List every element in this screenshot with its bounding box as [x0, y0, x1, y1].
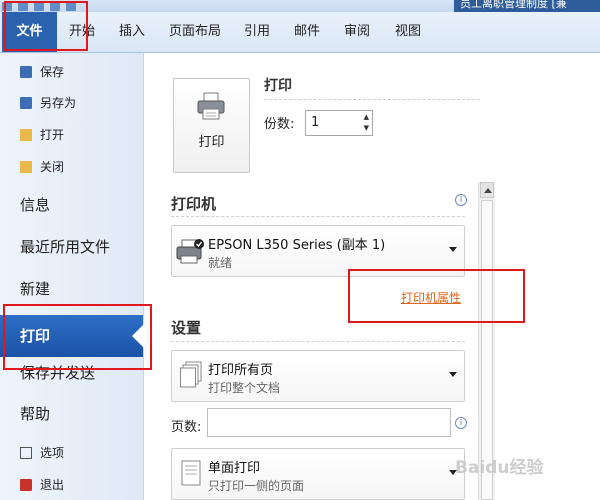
scroll-up-icon[interactable]: [480, 182, 494, 198]
print-pane: 打印 打印 份数: 1 ▲ ▼ 打印机 i EPSON L350 Series …: [144, 53, 600, 500]
nav-save-as-label: 另存为: [40, 96, 77, 110]
printer-select[interactable]: EPSON L350 Series (副本 1) 就绪: [171, 225, 465, 277]
printer-properties-link[interactable]: 打印机属性: [401, 289, 461, 306]
word-icon: [2, 1, 12, 11]
printer-name: EPSON L350 Series (副本 1): [208, 238, 386, 253]
print-preview-icon[interactable]: [66, 1, 76, 11]
copies-value: 1: [311, 115, 320, 130]
nav-print[interactable]: 打印: [0, 315, 144, 357]
print-sides-subtitle: 只打印一侧的页面: [208, 479, 305, 493]
ribbon-tabs: 文件 开始 插入 页面布局 引用 邮件 审阅 视图: [0, 12, 600, 53]
tab-mailings[interactable]: 邮件: [287, 12, 327, 52]
nav-close[interactable]: 关闭: [0, 156, 143, 178]
nav-info[interactable]: 信息: [0, 190, 143, 220]
save-as-icon: [20, 97, 32, 109]
printer-status: 就绪: [208, 256, 233, 270]
settings-section-title: 设置: [171, 319, 202, 337]
pages-info-icon[interactable]: i: [455, 417, 467, 429]
options-icon: [20, 447, 32, 459]
nav-options[interactable]: 选项: [0, 442, 143, 464]
save-icon: [20, 66, 32, 78]
nav-exit[interactable]: 退出: [0, 474, 143, 496]
nav-close-label: 关闭: [40, 160, 65, 174]
tab-references[interactable]: 引用: [237, 12, 277, 52]
copies-stepper[interactable]: 1 ▲ ▼: [305, 110, 373, 136]
nav-open[interactable]: 打开: [0, 124, 143, 146]
exit-icon: [20, 479, 32, 491]
decrement-arrow-icon[interactable]: ▼: [364, 124, 369, 132]
printer-device-icon: [176, 239, 204, 264]
tab-file[interactable]: 文件: [2, 12, 57, 52]
save-icon[interactable]: [18, 1, 28, 11]
copies-label: 份数:: [264, 117, 295, 132]
redo-icon[interactable]: [50, 1, 60, 11]
print-button[interactable]: 打印: [173, 78, 250, 173]
nav-save-send[interactable]: 保存并发送: [0, 358, 143, 388]
tab-insert[interactable]: 插入: [112, 12, 152, 52]
window-title: 员工离职管理制度 [兼: [454, 0, 600, 12]
single-side-icon: [181, 460, 201, 486]
undo-icon[interactable]: [34, 1, 44, 11]
dropdown-arrow-icon: [449, 372, 457, 377]
print-heading: 打印: [264, 78, 292, 94]
backstage-nav: 保存 另存为 打开 关闭 信息 最近所用文件 新建 打印 保存并发送 帮助 选项…: [0, 53, 144, 500]
print-range-subtitle: 打印整个文档: [208, 381, 281, 395]
print-sides-title: 单面打印: [208, 461, 261, 476]
nav-new[interactable]: 新建: [0, 274, 143, 304]
tab-home[interactable]: 开始: [62, 12, 102, 52]
printer-section-title: 打印机: [171, 195, 217, 213]
nav-save-label: 保存: [40, 65, 65, 79]
pages-label: 页数:: [171, 420, 202, 435]
divider: [171, 216, 465, 217]
tab-page-layout[interactable]: 页面布局: [165, 12, 225, 52]
pages-icon: [180, 361, 202, 388]
print-button-label: 打印: [198, 135, 225, 150]
pages-input[interactable]: [207, 408, 451, 437]
nav-save-as[interactable]: 另存为: [0, 92, 143, 114]
printer-info-icon[interactable]: i: [455, 194, 467, 206]
title-bar: 员工离职管理制度 [兼: [0, 0, 600, 12]
watermark: Baidu经验: [455, 458, 544, 478]
print-range-title: 打印所有页: [208, 363, 274, 378]
print-sides-select[interactable]: 单面打印 只打印一侧的页面: [171, 448, 465, 500]
nav-help[interactable]: 帮助: [0, 399, 143, 429]
tab-review[interactable]: 审阅: [337, 12, 377, 52]
dropdown-arrow-icon: [449, 247, 457, 252]
divider: [264, 99, 480, 100]
printer-icon: [197, 92, 225, 120]
divider: [171, 341, 465, 342]
quick-access-toolbar: [2, 0, 76, 12]
close-folder-icon: [20, 161, 32, 173]
nav-recent[interactable]: 最近所用文件: [0, 232, 143, 262]
nav-open-label: 打开: [40, 128, 65, 142]
nav-save[interactable]: 保存: [0, 61, 143, 83]
folder-icon: [20, 129, 32, 141]
print-range-select[interactable]: 打印所有页 打印整个文档: [171, 350, 465, 402]
tab-view[interactable]: 视图: [388, 12, 428, 52]
nav-exit-label: 退出: [40, 478, 65, 492]
nav-options-label: 选项: [40, 446, 65, 460]
increment-arrow-icon[interactable]: ▲: [364, 113, 369, 121]
